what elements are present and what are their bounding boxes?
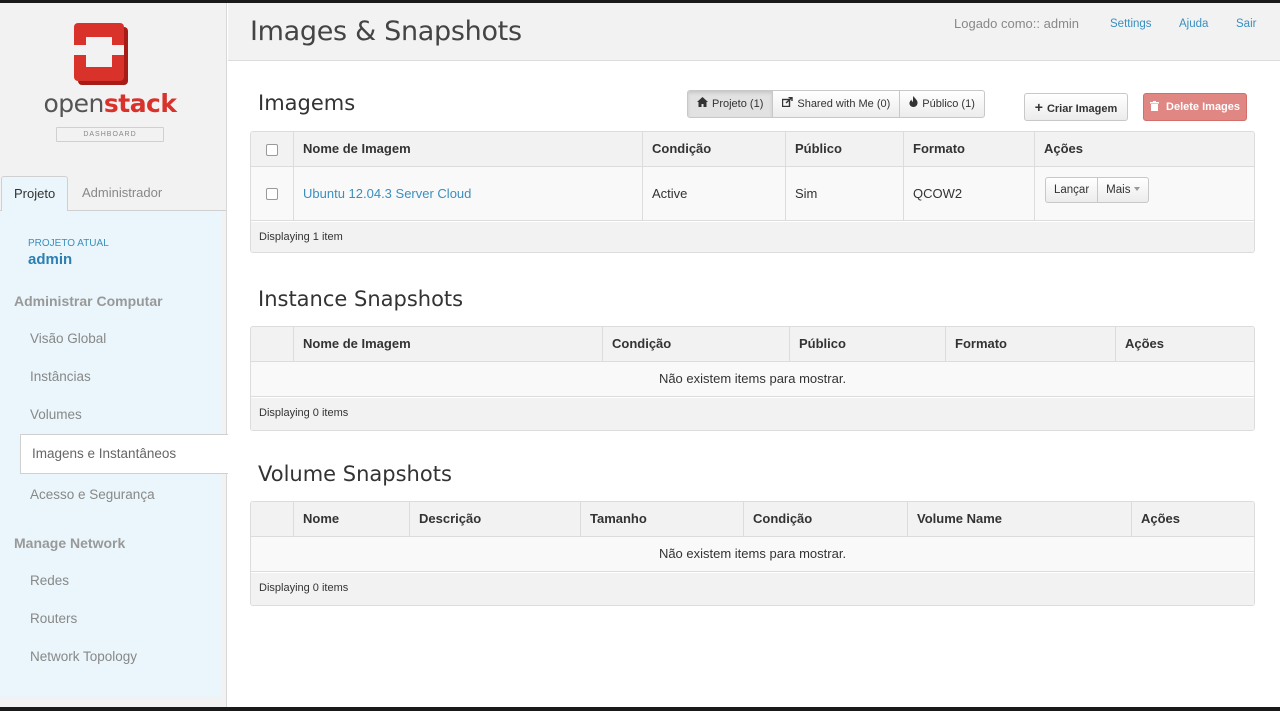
empty-row: Não existem items para mostrar.: [251, 537, 1254, 572]
filter-shared-button[interactable]: Shared with Me (0): [773, 91, 901, 117]
logo-subtitle: DASHBOARD: [56, 127, 164, 142]
filter-publico-button[interactable]: Público (1): [900, 91, 984, 117]
delete-images-label: Delete Images: [1166, 101, 1241, 113]
logo-open: open: [43, 89, 104, 118]
col-acoes: Ações: [1115, 327, 1254, 362]
col-condicao[interactable]: Condição: [743, 502, 908, 537]
filter-projeto-label: Projeto (1): [712, 98, 764, 110]
image-actions-group: Lançar Mais: [1045, 177, 1150, 203]
more-label: Mais: [1106, 184, 1131, 196]
image-status: Active: [642, 167, 786, 220]
sidebar-item-volumes[interactable]: Volumes: [30, 407, 82, 422]
plus-icon: +: [1034, 99, 1043, 115]
instance-snapshots-footer: Displaying 0 items: [251, 398, 1254, 430]
col-descricao[interactable]: Descrição: [409, 502, 581, 537]
logo-stack: stack: [103, 89, 177, 118]
chevron-down-icon: [1134, 186, 1141, 191]
images-section-title: Imagems: [258, 91, 356, 115]
col-condicao[interactable]: Condição: [602, 327, 790, 362]
volume-snapshots-header: Nome Descrição Tamanho Condição Volume N…: [251, 502, 1254, 537]
logged-in-user: Logado como:: admin: [954, 16, 1080, 31]
image-filter-group: Projeto (1) Shared with Me (0) Público (…: [687, 90, 985, 118]
more-button[interactable]: Mais: [1097, 178, 1148, 202]
logo-wordmark: openstack: [0, 89, 220, 118]
fire-icon: [909, 91, 918, 117]
page-title: Images & Snapshots: [250, 16, 522, 47]
home-icon: [697, 91, 708, 117]
openstack-logo[interactable]: openstack DASHBOARD: [0, 3, 227, 173]
image-name-link[interactable]: Ubuntu 12.04.3 Server Cloud: [303, 186, 471, 201]
col-spacer: [251, 502, 293, 537]
create-image-button[interactable]: + Criar Imagem: [1024, 93, 1128, 121]
current-project-label: PROJETO ATUAL: [28, 238, 109, 249]
delete-images-button[interactable]: Delete Images: [1143, 93, 1247, 121]
col-publico[interactable]: Público: [789, 327, 946, 362]
sidebar-item-visao-global[interactable]: Visão Global: [30, 331, 106, 346]
help-link[interactable]: Ajuda: [1179, 18, 1208, 30]
col-nome[interactable]: Nome: [293, 502, 410, 537]
col-formato[interactable]: Formato: [903, 132, 1035, 167]
sidebar-item-network-topology[interactable]: Network Topology: [30, 649, 137, 664]
row-select-cell: [251, 167, 293, 220]
instance-snapshots-title: Instance Snapshots: [258, 287, 464, 311]
instance-snapshots-table: Nome de Imagem Condição Público Formato …: [250, 326, 1255, 431]
nav-section-compute: Administrar Computar: [14, 293, 163, 309]
sidebar-panel: PROJETO ATUAL admin Administrar Computar…: [0, 211, 228, 697]
image-name-cell: Ubuntu 12.04.3 Server Cloud: [293, 167, 643, 220]
sidebar: openstack DASHBOARD Projeto Administrado…: [0, 3, 228, 707]
select-all-cell: [251, 132, 293, 167]
image-format: QCOW2: [903, 167, 1035, 220]
tab-projeto[interactable]: Projeto: [1, 176, 69, 212]
col-acoes: Ações: [1034, 132, 1254, 167]
sidebar-item-redes[interactable]: Redes: [30, 573, 69, 588]
col-condicao[interactable]: Condição: [642, 132, 786, 167]
page-header: Images & Snapshots Logado como:: admin S…: [228, 3, 1280, 61]
col-nome-de-imagem[interactable]: Nome de Imagem: [293, 327, 603, 362]
filter-projeto-button[interactable]: Projeto (1): [688, 91, 774, 117]
launch-button[interactable]: Lançar: [1046, 178, 1097, 202]
col-volume-name[interactable]: Volume Name: [907, 502, 1132, 537]
tab-administrador[interactable]: Administrador: [70, 176, 174, 211]
volume-snapshots-footer: Displaying 0 items: [251, 573, 1254, 605]
sidebar-tabs: Projeto Administrador: [0, 176, 227, 212]
create-image-label: Criar Imagem: [1046, 103, 1118, 115]
trash-icon: [1149, 101, 1162, 113]
col-nome-de-imagem[interactable]: Nome de Imagem: [293, 132, 643, 167]
volume-snapshots-title: Volume Snapshots: [258, 462, 452, 486]
images-table: Nome de Imagem Condição Público Formato …: [250, 131, 1255, 253]
share-icon: [782, 91, 794, 117]
filter-publico-label: Público (1): [922, 98, 975, 110]
filter-shared-label: Shared with Me (0): [797, 98, 891, 110]
volume-snapshots-table: Nome Descrição Tamanho Condição Volume N…: [250, 501, 1255, 606]
col-acoes: Ações: [1131, 502, 1254, 537]
current-project-name[interactable]: admin: [28, 251, 72, 268]
col-tamanho[interactable]: Tamanho: [580, 502, 744, 537]
empty-row: Não existem items para mostrar.: [251, 362, 1254, 397]
sidebar-item-acesso-seguranca[interactable]: Acesso e Segurança: [30, 487, 155, 502]
col-formato[interactable]: Formato: [945, 327, 1116, 362]
images-table-footer: Displaying 1 item: [251, 222, 1254, 252]
sidebar-item-routers[interactable]: Routers: [30, 611, 77, 626]
image-public: Sim: [785, 167, 904, 220]
sidebar-item-imagens[interactable]: Imagens e Instantâneos: [20, 434, 228, 474]
app-window: openstack DASHBOARD Projeto Administrado…: [0, 3, 1280, 707]
col-publico[interactable]: Público: [785, 132, 904, 167]
sidebar-item-instancias[interactable]: Instâncias: [30, 369, 91, 384]
select-all-checkbox[interactable]: [266, 143, 278, 156]
openstack-cube-icon: [74, 23, 128, 85]
table-row: Ubuntu 12.04.3 Server Cloud Active Sim Q…: [251, 167, 1254, 221]
logout-link[interactable]: Sair: [1236, 18, 1256, 30]
image-actions-cell: Lançar Mais: [1034, 167, 1254, 220]
settings-link[interactable]: Settings: [1110, 18, 1152, 30]
nav-section-network: Manage Network: [14, 535, 126, 551]
images-table-header: Nome de Imagem Condição Público Formato …: [251, 132, 1254, 167]
instance-snapshots-header: Nome de Imagem Condição Público Formato …: [251, 327, 1254, 362]
row-checkbox[interactable]: [266, 187, 278, 200]
col-spacer: [251, 327, 293, 362]
